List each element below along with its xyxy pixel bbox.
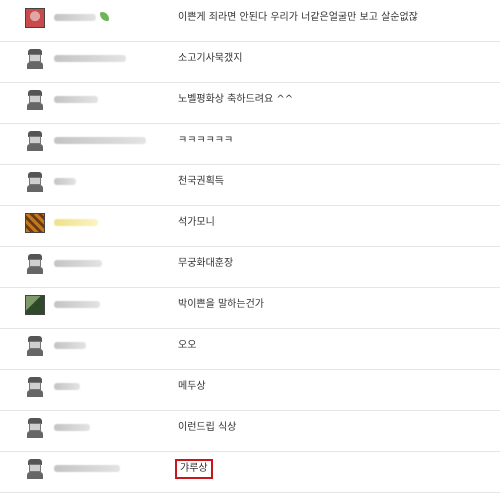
default-avatar-icon[interactable] — [25, 90, 45, 110]
comment-text: 무궁화대훈장 — [178, 258, 234, 269]
default-avatar-icon[interactable] — [25, 172, 45, 192]
comment-text: 소고기사묵갰지 — [178, 53, 243, 64]
comment-text: 천국권획득 — [178, 176, 224, 187]
nickname-blurred[interactable] — [54, 465, 120, 472]
comment-row: 메두상 — [0, 369, 500, 411]
nickname-blurred[interactable] — [54, 383, 80, 390]
nickname-blurred[interactable] — [54, 301, 100, 308]
default-avatar-icon[interactable] — [25, 459, 45, 479]
nickname-blurred[interactable] — [54, 219, 98, 226]
nickname-blurred[interactable] — [54, 55, 126, 62]
default-avatar-icon[interactable] — [25, 377, 45, 397]
avatar[interactable] — [25, 8, 45, 28]
comment-text: 석가모니 — [178, 217, 215, 228]
comment-row: 석가모니 — [0, 205, 500, 247]
comment-row: 천국권획득 — [0, 164, 500, 206]
leaf-badge-icon — [100, 12, 109, 21]
comment-row: 소고기사묵갰지 — [0, 41, 500, 83]
comment-row: 이런드립 식상 — [0, 410, 500, 452]
default-avatar-icon[interactable] — [25, 49, 45, 69]
comment-row: 오오 — [0, 328, 500, 370]
comment-row: 무궁화대훈장 — [0, 246, 500, 288]
comment-row: 박이쁜을 말하는건가 — [0, 287, 500, 329]
comment-text: 메두상 — [178, 381, 206, 392]
comment-text: 오오 — [178, 340, 197, 351]
highlighted-comment-text: 갸루상 — [175, 459, 213, 479]
nickname-blurred[interactable] — [54, 260, 102, 267]
nickname-blurred[interactable] — [54, 96, 98, 103]
comment-text: ㅋㅋㅋㅋㅋㅋ — [178, 135, 234, 146]
avatar[interactable] — [25, 295, 45, 315]
comment-text: 이런드립 식상 — [178, 422, 237, 433]
nickname-blurred[interactable] — [54, 178, 76, 185]
comment-text: 이쁜게 죄라면 안된다 우리가 너같은얼굴만 보고 살순없잖 — [178, 12, 418, 23]
nickname-blurred[interactable] — [54, 14, 96, 21]
comment-text: 박이쁜을 말하는건가 — [178, 299, 264, 310]
default-avatar-icon[interactable] — [25, 418, 45, 438]
comment-list: 이쁜게 죄라면 안된다 우리가 너같은얼굴만 보고 살순없잖 소고기사묵갰지 노… — [0, 0, 500, 500]
comment-row: 이쁜게 죄라면 안된다 우리가 너같은얼굴만 보고 살순없잖 — [0, 0, 500, 42]
avatar[interactable] — [25, 213, 45, 233]
comment-text: 노벨평화상 축하드려요 ^^ — [178, 94, 294, 105]
comment-row: 노벨평화상 축하드려요 ^^ — [0, 82, 500, 124]
nickname-blurred[interactable] — [54, 424, 90, 431]
default-avatar-icon[interactable] — [25, 336, 45, 356]
nickname-blurred[interactable] — [54, 342, 86, 349]
nickname-blurred[interactable] — [54, 137, 146, 144]
comment-row: ㅋㅋㅋㅋㅋㅋ — [0, 123, 500, 165]
comment-row: 갸루상 — [0, 451, 500, 493]
default-avatar-icon[interactable] — [25, 254, 45, 274]
default-avatar-icon[interactable] — [25, 131, 45, 151]
